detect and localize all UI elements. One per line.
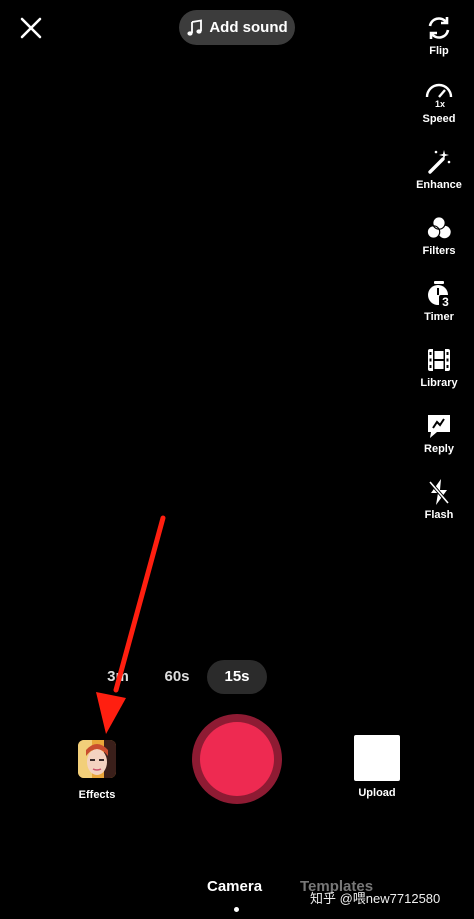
- reply-label: Reply: [424, 443, 454, 455]
- library-button[interactable]: Library: [412, 346, 466, 389]
- add-sound-button[interactable]: Add sound: [179, 10, 295, 45]
- speed-label: Speed: [422, 113, 456, 125]
- flash-button[interactable]: Flash: [412, 478, 466, 521]
- tab-camera[interactable]: Camera: [207, 878, 262, 895]
- enhance-button[interactable]: Enhance: [412, 148, 466, 191]
- effects-face-icon: [78, 740, 116, 778]
- flash-icon: [428, 479, 450, 505]
- timer-badge: 3: [442, 295, 449, 308]
- effects-button[interactable]: Effects: [76, 740, 118, 801]
- record-button[interactable]: [192, 714, 282, 804]
- enhance-icon: [428, 150, 451, 174]
- library-icon: [428, 349, 450, 371]
- effects-label: Effects: [78, 789, 116, 801]
- filters-label: Filters: [422, 245, 456, 257]
- filters-button[interactable]: Filters: [412, 214, 466, 257]
- timer-button[interactable]: 3 Timer: [412, 280, 466, 323]
- effects-thumbnail: [78, 740, 116, 778]
- filters-icon: [426, 216, 451, 239]
- enhance-label: Enhance: [416, 179, 462, 191]
- record-button-core: [200, 722, 274, 796]
- upload-button[interactable]: Upload: [352, 735, 402, 799]
- timer-label: Timer: [424, 311, 454, 323]
- duration-selector: 3m 60s 15s: [0, 660, 474, 694]
- upload-thumbnail: [354, 735, 400, 781]
- flash-label: Flash: [424, 509, 454, 521]
- speed-button[interactable]: 1x Speed: [412, 82, 466, 125]
- upload-label: Upload: [358, 787, 396, 799]
- speed-icon: 1x: [425, 83, 453, 109]
- music-note-icon: [187, 18, 203, 36]
- active-tab-indicator: [234, 907, 239, 912]
- flip-icon: [428, 17, 450, 39]
- add-sound-label: Add sound: [209, 19, 288, 36]
- reply-icon: [428, 415, 450, 438]
- duration-option-3m[interactable]: 3m: [98, 660, 138, 694]
- close-icon: [20, 17, 42, 39]
- speed-badge: 1x: [435, 99, 445, 109]
- reply-button[interactable]: Reply: [412, 412, 466, 455]
- library-label: Library: [420, 377, 458, 389]
- duration-option-60s[interactable]: 60s: [155, 660, 199, 694]
- timer-icon: 3: [428, 281, 452, 308]
- duration-option-15s[interactable]: 15s: [207, 660, 267, 694]
- flip-label: Flip: [429, 45, 449, 57]
- flip-button[interactable]: Flip: [412, 14, 466, 57]
- watermark: 知乎 @喂new7712580: [310, 891, 441, 906]
- close-button[interactable]: [18, 15, 44, 41]
